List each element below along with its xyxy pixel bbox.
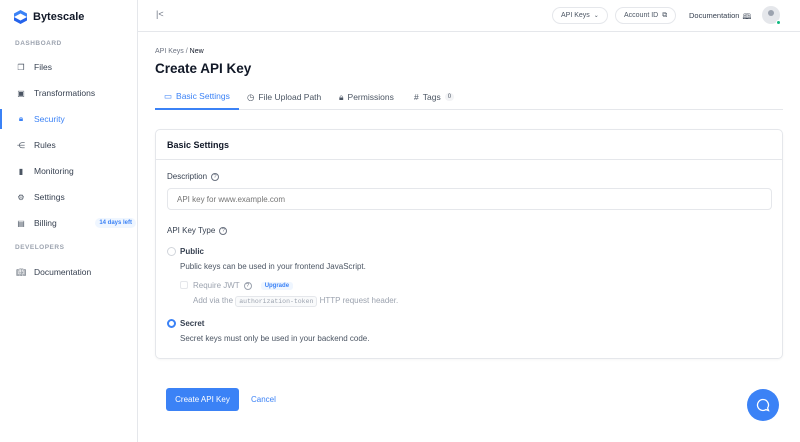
collapse-sidebar-icon[interactable]: |< — [156, 9, 164, 19]
receipt-icon: ▤ — [17, 218, 25, 228]
require-jwt-row: Require JWT? Upgrade — [193, 281, 294, 290]
topbar: |< API Keys ⌄ Account ID ⧉ Documentation 🕮 — [138, 0, 800, 32]
tab-file-upload-path[interactable]: ◷ File Upload Path — [247, 84, 321, 110]
hash-icon: # — [414, 92, 419, 102]
create-api-key-button[interactable]: Create API Key — [166, 388, 239, 411]
lock-icon: 🔒︎ — [339, 91, 344, 102]
logo[interactable]: Bytescale — [14, 10, 84, 24]
documentation-link[interactable]: Documentation 🕮 — [689, 11, 751, 24]
breadcrumb-current: New — [189, 48, 204, 55]
account-id-button[interactable]: Account ID ⧉ — [615, 7, 677, 24]
help-icon[interactable]: ? — [219, 226, 228, 235]
files-icon: ❐ — [17, 62, 25, 72]
sidebar-item-security[interactable]: 🔒︎ Security — [0, 109, 138, 129]
breadcrumb: API Keys / New — [155, 48, 204, 55]
section-developers: DEVELOPERS — [15, 244, 65, 251]
public-description: Public keys can be used in your frontend… — [180, 262, 366, 271]
card-icon: ▭ — [164, 90, 173, 101]
api-keys-dropdown[interactable]: API Keys ⌄ — [552, 7, 608, 24]
sidebar-item-files[interactable]: ❐ Files — [0, 57, 138, 77]
api-key-type-label-text: API Key Type — [167, 226, 216, 235]
sidebar-item-label: Files — [34, 62, 52, 72]
secret-description: Secret keys must only be used in your ba… — [180, 334, 370, 343]
sidebar-item-label: Billing — [34, 218, 57, 228]
account-id-label: Account ID — [624, 12, 659, 19]
chevron-down-icon: ⌄ — [593, 13, 599, 19]
description-label: Description? — [167, 172, 220, 181]
tab-label: Basic Settings — [176, 91, 230, 101]
tab-label: Tags — [422, 92, 441, 102]
sidebar-item-billing[interactable]: ▤ Billing 14 days left — [0, 213, 138, 233]
sidebar-item-settings[interactable]: ⚙ Settings — [0, 187, 138, 207]
sidebar-item-documentation[interactable]: 📖︎ Documentation — [0, 262, 138, 282]
chat-support-button[interactable] — [747, 389, 779, 421]
public-radio[interactable] — [167, 247, 176, 256]
copy-icon: ⧉ — [662, 11, 668, 19]
sidebar-item-rules[interactable]: ⋲ Rules — [0, 135, 138, 155]
api-key-type-label: API Key Type? — [167, 226, 228, 235]
share-icon: ⋲ — [17, 140, 25, 150]
tabs: ▭ Basic Settings ◷ File Upload Path 🔒︎ Perm… — [155, 84, 783, 110]
bytescale-logo-icon — [14, 10, 27, 24]
help-icon[interactable]: ? — [243, 281, 252, 290]
basic-settings-card: Basic Settings Description? API Key Type… — [155, 129, 783, 359]
tab-label: Permissions — [347, 92, 394, 102]
upgrade-badge[interactable]: Upgrade — [260, 281, 294, 290]
cancel-link[interactable]: Cancel — [251, 395, 276, 404]
description-label-text: Description — [167, 172, 208, 181]
jwt-desc-text: Add via the — [193, 296, 234, 305]
help-icon[interactable]: ? — [211, 172, 220, 181]
require-jwt-label: Require JWT — [193, 281, 240, 290]
tag-count-badge: 0 — [444, 93, 455, 101]
clock-icon: ◷ — [247, 91, 255, 102]
sidebar-item-transformations[interactable]: ▣ Transformations — [0, 83, 138, 103]
breadcrumb-separator: / — [185, 48, 188, 55]
description-input[interactable] — [167, 188, 772, 210]
public-label: Public — [180, 247, 205, 256]
secret-radio[interactable] — [167, 319, 176, 328]
api-keys-label: API Keys — [561, 12, 590, 19]
secret-label: Secret — [180, 319, 205, 328]
tab-basic-settings[interactable]: ▭ Basic Settings — [155, 84, 239, 110]
section-dashboard: DASHBOARD — [15, 40, 62, 47]
require-jwt-description: Add via the authorization-token HTTP req… — [193, 296, 399, 307]
tab-permissions[interactable]: 🔒︎ Permissions — [339, 84, 394, 110]
sidebar-item-label: Settings — [34, 192, 65, 202]
sidebar-item-label: Transformations — [34, 88, 96, 98]
gear-icon: ⚙ — [17, 192, 25, 202]
breadcrumb-parent-link[interactable]: API Keys — [155, 48, 184, 55]
documentation-label: Documentation — [689, 11, 740, 20]
chat-bubble-icon — [756, 398, 770, 412]
jwt-desc-text: HTTP request header. — [319, 296, 399, 305]
user-head-icon — [768, 10, 774, 16]
brand-name: Bytescale — [33, 11, 85, 23]
lock-icon: 🔒︎ — [18, 114, 24, 123]
page-title: Create API Key — [155, 61, 252, 76]
trial-badge: 14 days left — [95, 218, 136, 228]
card-title: Basic Settings — [167, 140, 230, 150]
sidebar-item-label: Documentation — [34, 267, 92, 277]
book-icon: 📖︎ — [16, 267, 27, 277]
sidebar-item-label: Monitoring — [34, 166, 74, 176]
bar-chart-icon: ▮ — [18, 166, 24, 176]
book-icon: 🕮 — [742, 12, 752, 21]
online-status-dot — [776, 20, 781, 25]
header-code: authorization-token — [235, 296, 318, 307]
tab-tags[interactable]: # Tags 0 — [414, 84, 455, 110]
sidebar-item-monitoring[interactable]: ▮ Monitoring — [0, 161, 138, 181]
sidebar: Bytescale DASHBOARD ❐ Files ▣ Transformati… — [0, 0, 138, 442]
tab-label: File Upload Path — [258, 92, 322, 102]
image-icon: ▣ — [17, 88, 25, 98]
divider — [156, 159, 782, 160]
require-jwt-checkbox[interactable] — [180, 281, 188, 289]
sidebar-item-label: Rules — [34, 140, 56, 150]
sidebar-item-label: Security — [34, 114, 65, 124]
avatar[interactable] — [762, 6, 781, 25]
